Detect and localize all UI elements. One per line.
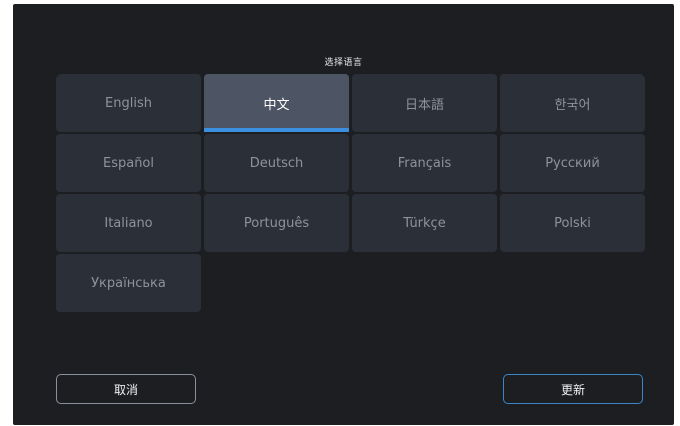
language-option-german[interactable]: Deutsch [204, 134, 349, 192]
language-option-japanese[interactable]: 日本語 [352, 74, 497, 132]
selected-indicator [204, 128, 349, 132]
cancel-button[interactable]: 取消 [56, 374, 196, 404]
language-option-french[interactable]: Français [352, 134, 497, 192]
language-label: English [105, 95, 152, 111]
language-label: Español [102, 155, 154, 171]
language-label: Polski [554, 215, 591, 231]
language-option-spanish[interactable]: Español [56, 134, 201, 192]
language-label: Türkçe [403, 215, 446, 231]
language-label: Italiano [104, 215, 153, 231]
language-dialog: 选择语言 English 中文 日本語 한국어 Español Deutsch … [13, 4, 674, 425]
language-label: Українська [91, 275, 166, 291]
language-grid: English 中文 日本語 한국어 Español Deutsch Franç… [56, 74, 646, 312]
language-option-russian[interactable]: Русский [500, 134, 645, 192]
language-label: Français [397, 155, 452, 171]
language-option-korean[interactable]: 한국어 [500, 74, 645, 132]
update-button[interactable]: 更新 [503, 374, 643, 404]
language-label: Русский [545, 155, 600, 171]
language-option-turkish[interactable]: Türkçe [352, 194, 497, 252]
language-label: 한국어 [554, 97, 591, 113]
dialog-title: 选择语言 [324, 58, 363, 68]
language-option-italian[interactable]: Italiano [56, 194, 201, 252]
language-label: Português [243, 215, 310, 231]
language-label: 中文 [263, 97, 290, 113]
language-option-chinese[interactable]: 中文 [204, 74, 349, 132]
language-option-portuguese[interactable]: Português [204, 194, 349, 252]
language-option-english[interactable]: English [56, 74, 201, 132]
language-label: Deutsch [249, 155, 304, 171]
language-option-polish[interactable]: Polski [500, 194, 645, 252]
language-option-ukrainian[interactable]: Українська [56, 254, 201, 312]
language-label: 日本語 [404, 97, 444, 113]
